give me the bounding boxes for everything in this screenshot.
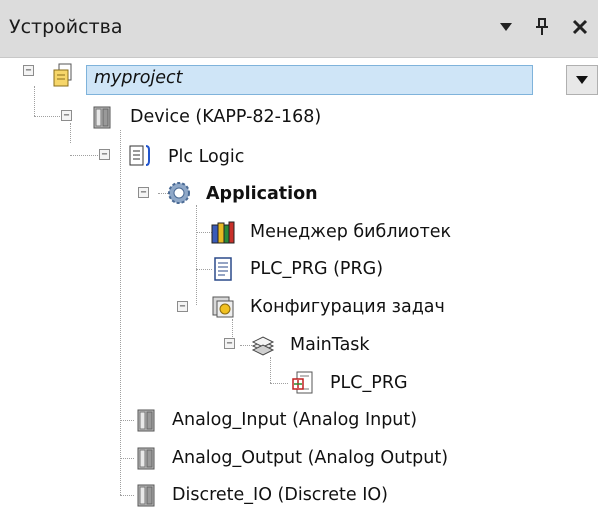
tree-line [34, 116, 60, 117]
tree-line [34, 86, 35, 116]
task-configuration-icon [212, 296, 234, 318]
tree-line [120, 495, 134, 496]
tree-line [120, 458, 134, 459]
tree-line [120, 420, 134, 421]
device-icon [93, 106, 111, 129]
tree-item-plc-logic[interactable]: Plc Logic [168, 147, 244, 167]
collapse-toggle[interactable]: − [177, 301, 188, 312]
tree-item-task-configuration[interactable]: Конфигурация задач [250, 297, 445, 317]
tree-line [196, 205, 197, 305]
tree-item-application[interactable]: Application [206, 184, 318, 204]
plc-logic-icon [129, 145, 150, 166]
panel-title: Устройства [9, 16, 123, 38]
io-module-icon [137, 447, 155, 470]
tree-item-maintask[interactable]: MainTask [290, 335, 370, 355]
project-dropdown-button[interactable] [566, 65, 598, 95]
tree-item-task-plc-prg[interactable]: PLC_PRG [330, 373, 408, 393]
application-gear-icon [168, 182, 190, 204]
collapse-toggle[interactable]: − [99, 149, 110, 160]
tree-item-analog-input[interactable]: Analog_Input (Analog Input) [172, 410, 417, 430]
tree-item-analog-output[interactable]: Analog_Output (Analog Output) [172, 448, 448, 468]
program-document-icon [214, 257, 232, 281]
tree-item-project[interactable]: myproject [94, 68, 183, 88]
project-icon [53, 63, 72, 87]
panel-menu-dropdown-icon[interactable] [492, 12, 520, 42]
close-icon[interactable] [566, 12, 594, 42]
collapse-toggle[interactable]: − [61, 110, 72, 121]
tree-item-plc-prg[interactable]: PLC_PRG (PRG) [250, 259, 383, 279]
tree-line [270, 357, 271, 383]
tree-line [120, 130, 121, 495]
program-call-icon [292, 371, 313, 394]
device-tree: − myproject − Device (KAPP-82-168) − Plc… [0, 57, 598, 529]
library-books-icon [211, 221, 235, 244]
io-module-icon [137, 409, 155, 432]
tree-line [70, 123, 71, 143]
tree-line [270, 383, 288, 384]
collapse-toggle[interactable]: − [224, 338, 235, 349]
pin-icon[interactable] [528, 12, 556, 42]
tree-line [70, 155, 98, 156]
collapse-toggle[interactable]: − [23, 65, 34, 76]
tree-item-discrete-io[interactable]: Discrete_IO (Discrete IO) [172, 485, 388, 505]
devices-panel-header: Устройства [0, 0, 598, 58]
tree-item-device[interactable]: Device (KAPP-82-168) [130, 107, 321, 127]
task-stack-icon [251, 336, 275, 356]
collapse-toggle[interactable]: − [138, 187, 149, 198]
io-module-icon [137, 484, 155, 507]
tree-item-library-manager[interactable]: Менеджер библиотек [250, 222, 451, 242]
